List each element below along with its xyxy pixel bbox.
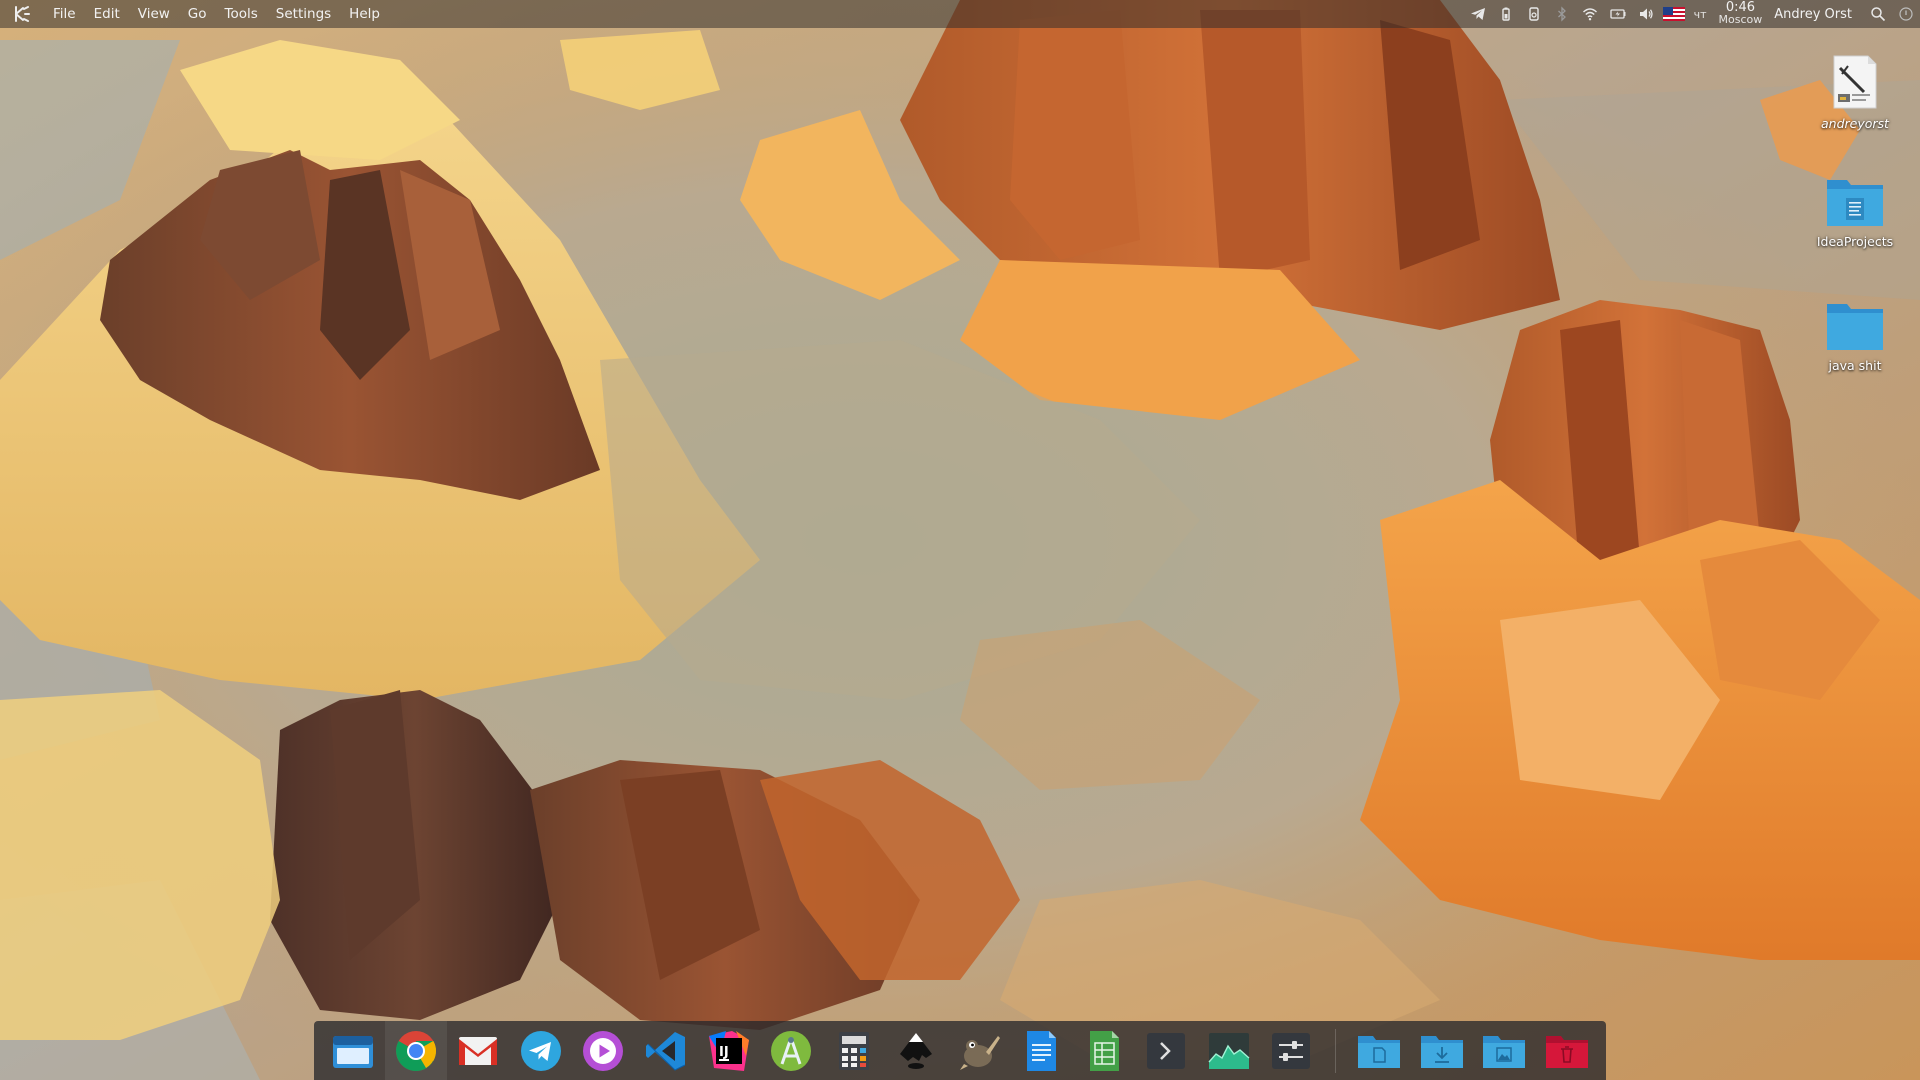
pictures-folder-icon bbox=[1483, 1035, 1526, 1068]
folder-icon bbox=[1824, 294, 1886, 352]
clock-timezone: Moscow bbox=[1718, 13, 1763, 26]
dock-item-calculator[interactable] bbox=[822, 1021, 885, 1080]
digital-clock[interactable]: 0:46 Moscow bbox=[1713, 1, 1769, 26]
weekday-label: чт bbox=[1693, 7, 1707, 21]
writer-icon bbox=[1027, 1030, 1057, 1071]
dock-item-terminal[interactable] bbox=[1135, 1021, 1198, 1080]
menu-tools[interactable]: Tools bbox=[216, 0, 267, 28]
documents-folder-icon bbox=[1358, 1035, 1400, 1068]
menu-edit[interactable]: Edit bbox=[85, 0, 129, 28]
gimp-icon bbox=[959, 1035, 1000, 1070]
calculator-icon bbox=[838, 1031, 869, 1070]
telegram-icon[interactable] bbox=[1464, 0, 1492, 28]
menu-settings[interactable]: Settings bbox=[267, 0, 340, 28]
dock-item-trash[interactable] bbox=[1535, 1021, 1598, 1080]
svg-text:IJ: IJ bbox=[719, 1045, 729, 1060]
settings-icon bbox=[1272, 1032, 1311, 1069]
dock-item-android-studio[interactable] bbox=[760, 1021, 823, 1080]
application-menu: File Edit View Go Tools Settings Help bbox=[44, 0, 389, 28]
battery-icon[interactable] bbox=[1604, 0, 1632, 28]
desktop-icon-andreyorst[interactable]: andreyorst bbox=[1800, 52, 1910, 131]
desktop-wallpaper bbox=[0, 0, 1920, 1080]
kde-logo-icon[interactable] bbox=[0, 0, 44, 28]
calc-sheet-icon bbox=[1089, 1030, 1119, 1071]
menu-file[interactable]: File bbox=[44, 0, 85, 28]
system-monitor-icon bbox=[1208, 1032, 1250, 1069]
dock-item-calc[interactable] bbox=[1073, 1021, 1136, 1080]
desktop-icon-label: IdeaProjects bbox=[1816, 234, 1894, 249]
telegram-icon bbox=[520, 1030, 561, 1071]
downloads-folder-icon bbox=[1420, 1035, 1463, 1068]
bluetooth-icon[interactable] bbox=[1548, 0, 1576, 28]
dock-item-documents[interactable] bbox=[1348, 1021, 1411, 1080]
dock-item-downloads[interactable] bbox=[1410, 1021, 1473, 1080]
dock-item-media-player[interactable] bbox=[572, 1021, 635, 1080]
dock-item-system-monitor[interactable] bbox=[1198, 1021, 1261, 1080]
device-icon[interactable] bbox=[1520, 0, 1548, 28]
android-studio-icon bbox=[771, 1030, 812, 1071]
dock-item-chrome[interactable] bbox=[384, 1021, 448, 1080]
volume-icon[interactable] bbox=[1632, 0, 1660, 28]
gmail-icon bbox=[459, 1036, 498, 1065]
dock-separator bbox=[1334, 1028, 1336, 1073]
dock-panel: IJ bbox=[314, 1021, 1606, 1080]
dock-item-gmail[interactable] bbox=[447, 1021, 510, 1080]
menu-go[interactable]: Go bbox=[179, 0, 216, 28]
vscode-icon bbox=[646, 1031, 686, 1071]
desktop-icon-label: andreyorst bbox=[1821, 116, 1889, 131]
dock-item-writer[interactable] bbox=[1010, 1021, 1073, 1080]
dock-item-telegram[interactable] bbox=[510, 1021, 573, 1080]
dock-item-settings[interactable] bbox=[1260, 1021, 1323, 1080]
media-player-icon bbox=[583, 1030, 624, 1071]
power-icon[interactable] bbox=[1892, 0, 1920, 28]
folder-documents-icon bbox=[1824, 170, 1886, 228]
desktop-icon-ideaprojects[interactable]: IdeaProjects bbox=[1800, 170, 1910, 249]
search-icon[interactable] bbox=[1864, 0, 1892, 28]
inkscape-icon bbox=[900, 1032, 933, 1069]
chrome-icon bbox=[395, 1030, 436, 1071]
dock-item-pictures[interactable] bbox=[1473, 1021, 1536, 1080]
top-menu-bar: File Edit View Go Tools Settings Help чт… bbox=[0, 0, 1920, 28]
notes-file-icon bbox=[1824, 52, 1886, 110]
wifi-icon[interactable] bbox=[1576, 0, 1604, 28]
dock-item-vscode[interactable] bbox=[635, 1021, 698, 1080]
menu-help[interactable]: Help bbox=[340, 0, 389, 28]
desktop-icon-java-shit[interactable]: java shit bbox=[1800, 294, 1910, 373]
battery-usb-icon[interactable] bbox=[1492, 0, 1520, 28]
dock-item-intellij[interactable]: IJ bbox=[697, 1021, 760, 1080]
intellij-icon: IJ bbox=[708, 1030, 749, 1071]
menu-view[interactable]: View bbox=[129, 0, 179, 28]
system-tray: чт 0:46 Moscow Andrey Orst bbox=[1464, 0, 1920, 28]
desktop-icon-label: java shit bbox=[1828, 358, 1882, 373]
us-flag-icon[interactable] bbox=[1660, 0, 1688, 28]
user-name[interactable]: Andrey Orst bbox=[1768, 7, 1864, 22]
dock-item-file-manager[interactable] bbox=[322, 1021, 385, 1080]
terminal-icon bbox=[1147, 1032, 1186, 1069]
trash-icon bbox=[1545, 1035, 1588, 1068]
file-manager-icon bbox=[333, 1035, 374, 1068]
dock-item-gimp[interactable] bbox=[947, 1021, 1010, 1080]
dock-item-inkscape[interactable] bbox=[885, 1021, 948, 1080]
